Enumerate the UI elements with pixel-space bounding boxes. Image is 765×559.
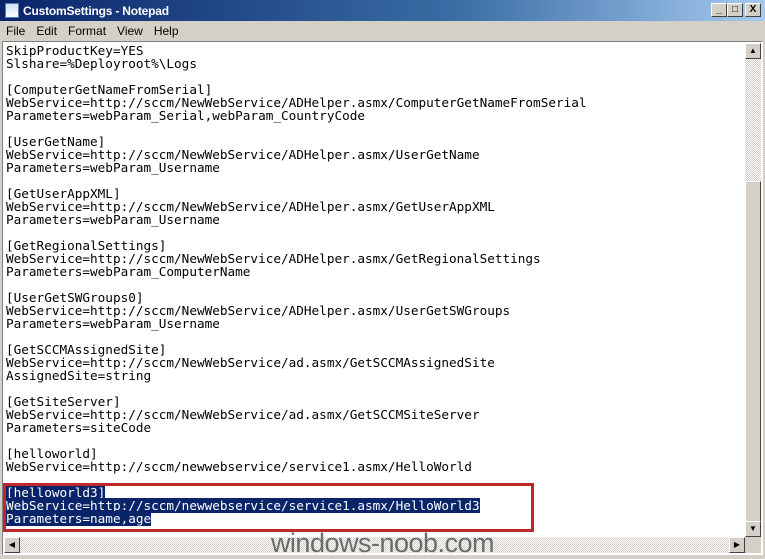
line-text: Parameters=webParam_Username [6,212,220,227]
line-text: Parameters=webParam_Serial,webParam_Coun… [6,108,366,123]
menu-bar: File Edit Format View Help [0,21,765,41]
text-line: Parameters=webParam_ComputerName [6,265,587,278]
text-line: AssignedSite=string [6,369,587,382]
window-title: CustomSettings - Notepad [23,3,169,18]
notepad-icon [5,3,19,18]
scroll-up-button[interactable]: ▲ [745,43,761,59]
text-line: Parameters=webParam_Username [6,213,587,226]
text-line: Parameters=siteCode [6,421,587,434]
line-text: WebService=http://sccm/newwebservice/ser… [6,459,472,474]
vertical-scrollbar[interactable]: ▲ ▼ [745,43,761,537]
menu-format[interactable]: Format [62,24,111,38]
line-text: AssignedSite=string [6,368,152,383]
editor-text[interactable]: SkipProductKey=YES Slshare=%Deployroot%\L… [6,44,587,526]
menu-help[interactable]: Help [148,24,184,38]
minimize-button[interactable]: _ [711,3,727,17]
menu-view[interactable]: View [111,24,148,38]
line-text: Parameters=siteCode [6,420,152,435]
title-bar[interactable]: CustomSettings - Notepad _ □ X [0,0,765,21]
maximize-button[interactable]: □ [727,3,743,17]
menu-edit[interactable]: Edit [30,24,62,38]
text-line: Slshare=%Deployroot%\Logs [6,57,587,70]
text-line: Parameters=webParam_Username [6,161,587,174]
text-line: Parameters=webParam_Serial,webParam_Coun… [6,109,587,122]
close-button[interactable]: X [745,3,761,17]
line-text: Parameters=webParam_ComputerName [6,264,251,279]
text-editor[interactable]: SkipProductKey=YES Slshare=%Deployroot%\L… [2,41,763,555]
highlight-box [3,483,534,532]
line-text: Parameters=webParam_Username [6,316,220,331]
menu-file[interactable]: File [0,24,30,38]
watermark: windows-noob.com [270,528,495,558]
scroll-thumb[interactable] [745,181,761,522]
text-line: WebService=http://sccm/newwebservice/ser… [6,460,587,473]
line-text: Parameters=webParam_Username [6,160,220,175]
line-text: Slshare=%Deployroot%\Logs [6,56,197,71]
text-line: Parameters=webParam_Username [6,317,587,330]
